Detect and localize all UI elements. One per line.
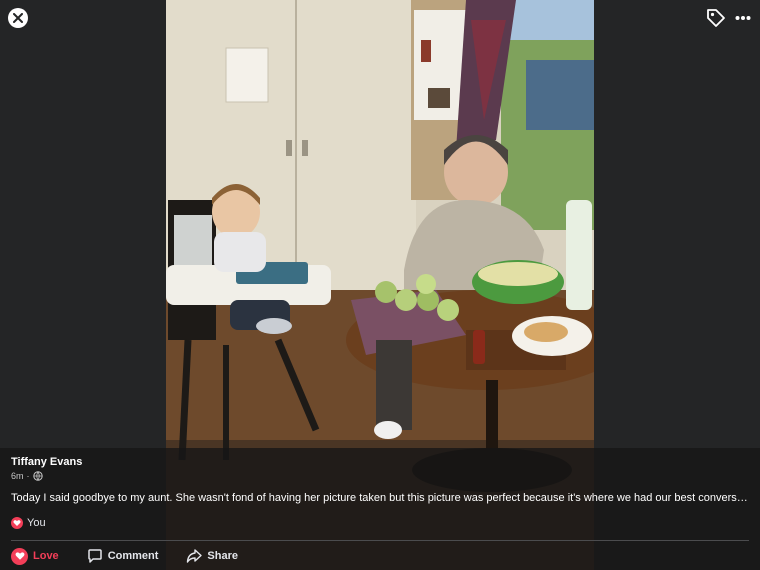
- action-bar: Love Comment Share: [11, 545, 266, 567]
- share-label: Share: [207, 550, 238, 562]
- close-icon: [13, 13, 23, 23]
- comment-label: Comment: [107, 550, 159, 562]
- tag-icon: [707, 9, 725, 27]
- action-divider: [11, 540, 749, 541]
- post-time[interactable]: 6m: [11, 471, 24, 481]
- author-name[interactable]: Tiffany Evans: [11, 456, 82, 468]
- share-button[interactable]: Share: [186, 548, 238, 564]
- share-icon: [187, 549, 203, 563]
- reaction-label: You: [27, 517, 46, 529]
- comment-icon: [87, 549, 102, 563]
- more-icon: [735, 16, 751, 20]
- love-heart-icon: [11, 547, 28, 565]
- globe-icon: [32, 471, 43, 481]
- reaction-summary[interactable]: You: [11, 517, 46, 529]
- more-options-button[interactable]: [735, 8, 751, 28]
- tag-button[interactable]: [705, 7, 727, 29]
- close-button[interactable]: [8, 8, 28, 28]
- meta-separator: ·: [26, 471, 30, 481]
- comment-button[interactable]: Comment: [87, 548, 159, 564]
- post-caption[interactable]: Today I said goodbye to my aunt. She was…: [11, 492, 751, 504]
- post-meta: 6m ·: [11, 471, 43, 481]
- love-button[interactable]: Love: [11, 547, 59, 565]
- love-label: Love: [33, 550, 59, 562]
- heart-icon: [11, 517, 23, 529]
